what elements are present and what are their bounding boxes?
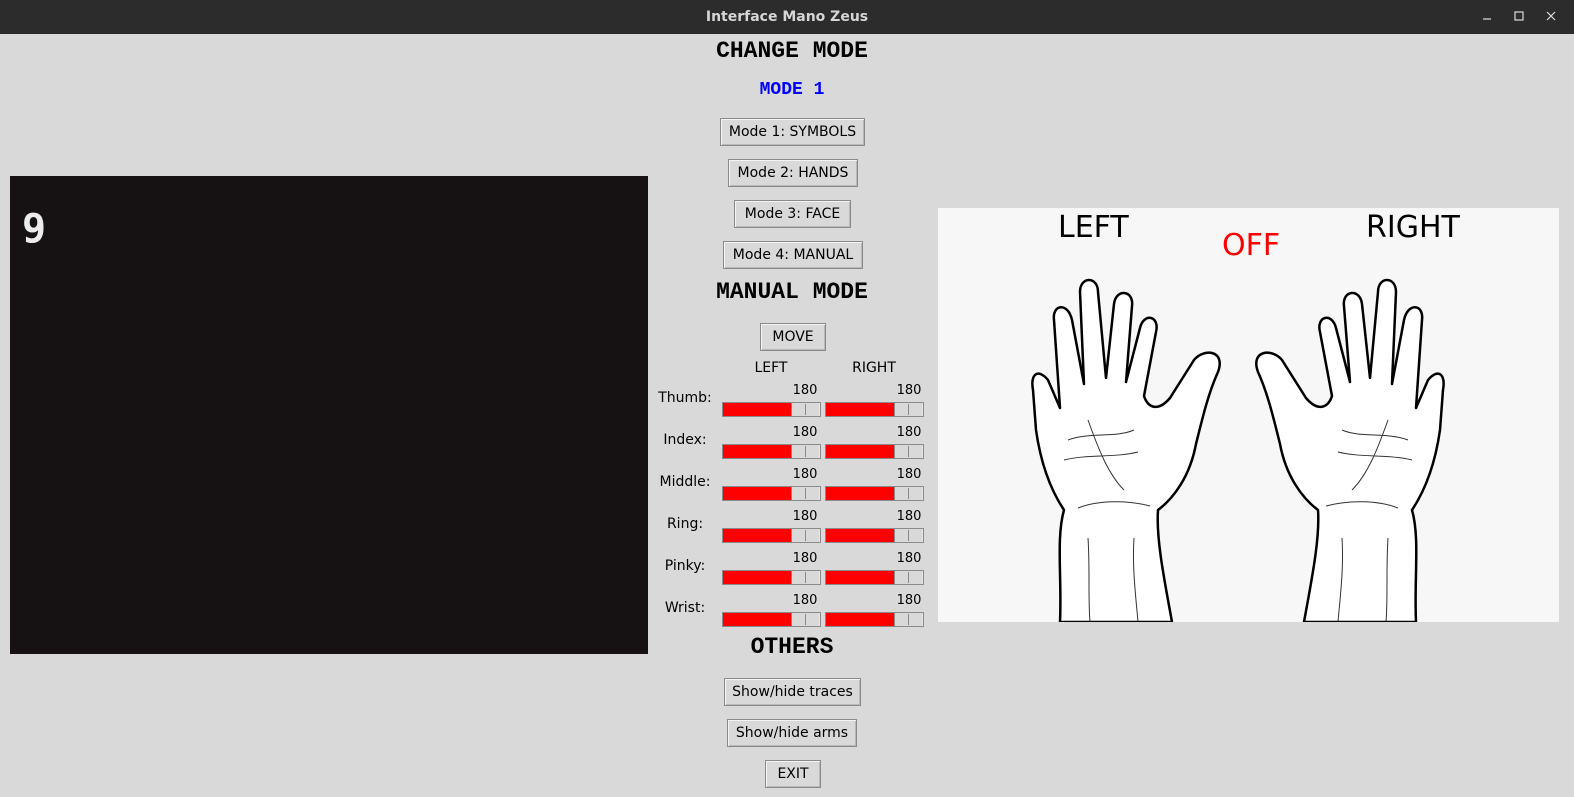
close-icon[interactable] (1542, 8, 1560, 26)
slider-handle[interactable] (791, 487, 819, 500)
slider-handle[interactable] (894, 487, 922, 500)
right-wrist-value: 180 (896, 593, 922, 608)
hands-status-panel: LEFT OFF RIGHT (938, 208, 1559, 622)
right-middle-slider[interactable] (825, 486, 924, 501)
mode-2-hands-button[interactable]: Mode 2: HANDS (728, 159, 858, 187)
left-middle-slider[interactable] (722, 486, 821, 501)
finger-label-middle: Middle: (659, 474, 711, 490)
move-button[interactable]: MOVE (760, 323, 826, 351)
left-index-value: 180 (792, 425, 818, 440)
slider-handle[interactable] (894, 403, 922, 416)
camera-counter: 9 (22, 206, 47, 252)
right-middle-value: 180 (896, 467, 922, 482)
left-column-header: LEFT (754, 360, 788, 376)
mode-4-manual-button[interactable]: Mode 4: MANUAL (723, 241, 863, 269)
maximize-icon[interactable] (1510, 8, 1528, 26)
slider-handle[interactable] (894, 571, 922, 584)
minimize-icon[interactable] (1478, 8, 1496, 26)
left-pinky-value: 180 (792, 551, 818, 566)
mode-3-face-button[interactable]: Mode 3: FACE (734, 200, 851, 228)
right-pinky-slider[interactable] (825, 570, 924, 585)
slider-handle[interactable] (791, 403, 819, 416)
slider-handle[interactable] (791, 445, 819, 458)
left-index-slider[interactable] (722, 444, 821, 459)
right-pinky-value: 180 (896, 551, 922, 566)
left-middle-value: 180 (792, 467, 818, 482)
left-pinky-slider[interactable] (722, 570, 821, 585)
finger-label-wrist: Wrist: (664, 600, 706, 616)
right-wrist-slider[interactable] (825, 612, 924, 627)
exit-button[interactable]: EXIT (765, 760, 821, 788)
finger-label-thumb: Thumb: (658, 390, 712, 406)
finger-label-index: Index: (663, 432, 707, 448)
current-mode-label: MODE 1 (759, 80, 825, 100)
slider-handle[interactable] (894, 445, 922, 458)
camera-feed: 9 (10, 176, 648, 654)
mode-1-symbols-button[interactable]: Mode 1: SYMBOLS (720, 118, 865, 146)
others-heading: OTHERS (750, 634, 834, 660)
left-wrist-slider[interactable] (722, 612, 821, 627)
right-ring-value: 180 (896, 509, 922, 524)
slider-handle[interactable] (894, 613, 922, 626)
right-index-slider[interactable] (825, 444, 924, 459)
left-ring-value: 180 (792, 509, 818, 524)
title-bar: Interface Mano Zeus (0, 0, 1574, 34)
finger-label-pinky: Pinky: (664, 558, 706, 574)
left-hand-icon (1031, 278, 1221, 622)
manual-mode-heading: MANUAL MODE (716, 279, 868, 305)
slider-handle[interactable] (791, 613, 819, 626)
right-thumb-value: 180 (896, 383, 922, 398)
finger-label-ring: Ring: (666, 516, 704, 532)
right-column-header: RIGHT (852, 360, 896, 376)
show-hide-arms-button[interactable]: Show/hide arms (727, 719, 857, 747)
right-hand-icon (1255, 278, 1445, 622)
left-thumb-value: 180 (792, 383, 818, 398)
left-thumb-slider[interactable] (722, 402, 821, 417)
slider-handle[interactable] (791, 571, 819, 584)
right-thumb-slider[interactable] (825, 402, 924, 417)
hands-illustration (1031, 278, 1445, 622)
left-wrist-value: 180 (792, 593, 818, 608)
change-mode-heading: CHANGE MODE (716, 38, 868, 64)
window-title: Interface Mano Zeus (705, 9, 869, 25)
show-hide-traces-button[interactable]: Show/hide traces (724, 678, 861, 706)
slider-handle[interactable] (791, 529, 819, 542)
right-ring-slider[interactable] (825, 528, 924, 543)
left-ring-slider[interactable] (722, 528, 821, 543)
slider-handle[interactable] (894, 529, 922, 542)
right-index-value: 180 (896, 425, 922, 440)
